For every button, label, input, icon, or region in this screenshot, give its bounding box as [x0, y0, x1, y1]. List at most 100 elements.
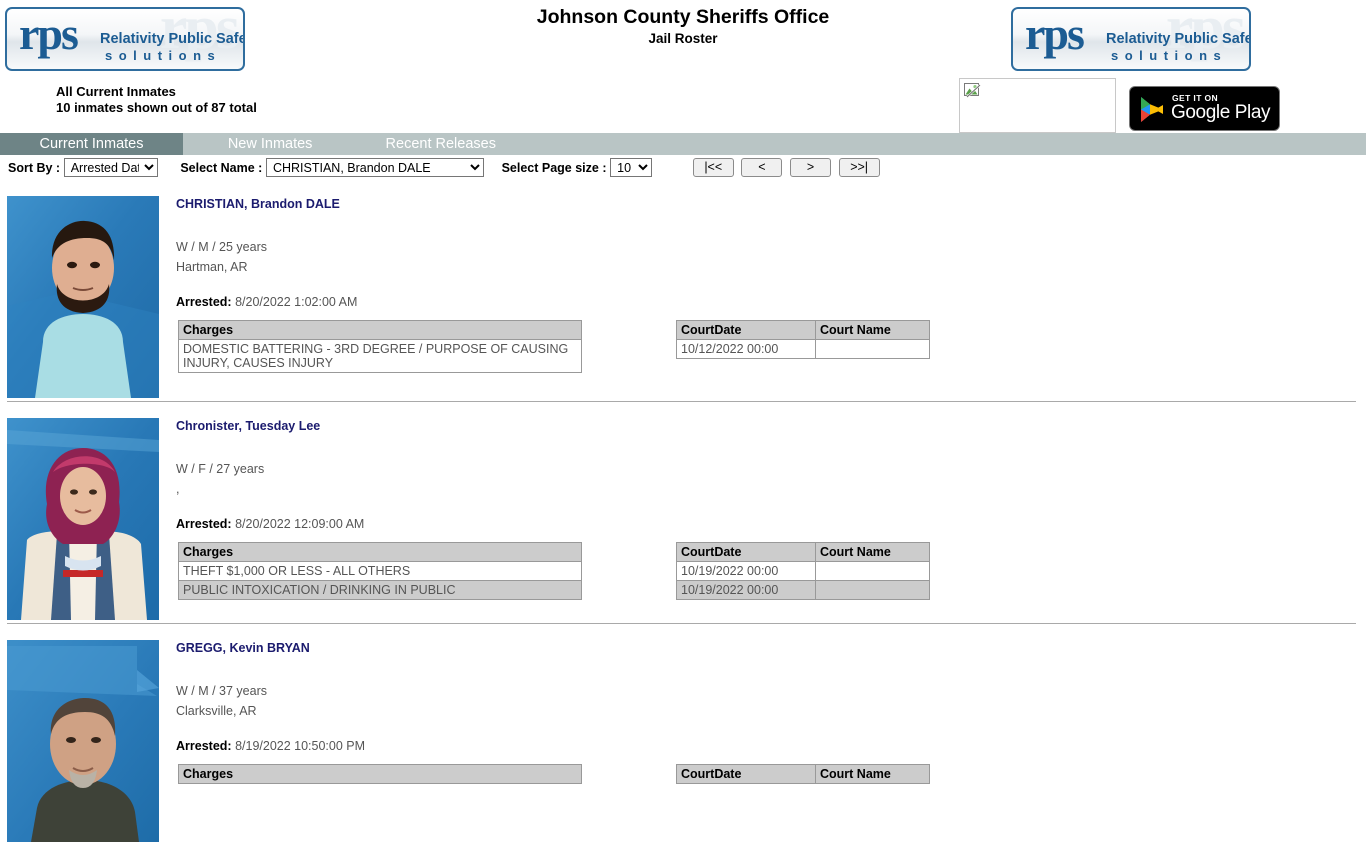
inmate-mugshot — [7, 196, 159, 398]
court-date-header: CourtDate — [676, 542, 816, 562]
charges-table: Charges DOMESTIC BATTERING - 3RD DEGREE /… — [178, 320, 582, 373]
next-page-button[interactable]: > — [790, 158, 831, 177]
roster-summary-line-1: All Current Inmates — [56, 84, 176, 99]
inmate-mugshot — [7, 640, 159, 842]
roster-summary: All Current Inmates 10 inmates shown out… — [56, 84, 257, 116]
select-name-label: Select Name : — [180, 160, 263, 175]
inmate-name-link[interactable]: Chronister, Tuesday Lee — [176, 408, 320, 433]
page-size-select[interactable]: 10 — [610, 158, 653, 177]
record-separator — [7, 401, 1356, 402]
court-name-header: Court Name — [815, 542, 930, 562]
inmate-race-sex-age: W / F / 27 years — [176, 462, 265, 476]
arrested-label: Arrested: — [176, 739, 232, 753]
tab-bar: Current Inmates New Inmates Recent Relea… — [0, 133, 1366, 155]
prev-page-button[interactable]: < — [741, 158, 783, 177]
inmate-demographics: W / F / 27 years, — [176, 459, 1366, 499]
court-date-header: CourtDate — [676, 320, 816, 340]
charges-header: Charges — [178, 320, 582, 340]
inmate-details: Chronister, Tuesday Lee W / F / 27 years,… — [176, 408, 1366, 613]
charges-header: Charges — [178, 764, 582, 784]
inmate-location: , — [176, 482, 180, 496]
inmate-arrested-line: Arrested: 8/19/2022 10:50:00 PM — [176, 739, 1366, 753]
court-name-cell — [815, 580, 930, 600]
arrested-label: Arrested: — [176, 295, 232, 309]
arrested-value: 8/20/2022 12:09:00 AM — [235, 517, 365, 531]
google-play-big-text: Google Play — [1171, 102, 1271, 123]
charge-description: THEFT $1,000 OR LESS - ALL OTHERS — [178, 561, 582, 581]
broken-image-placeholder — [959, 78, 1116, 133]
logo-tagline-2: solutions — [1111, 48, 1228, 63]
court-table: CourtDate Court Name — [676, 764, 930, 784]
court-name-header: Court Name — [815, 320, 930, 340]
sort-by-label: Sort By : — [8, 160, 61, 175]
charge-row: DOMESTIC BATTERING - 3RD DEGREE / PURPOS… — [178, 339, 582, 373]
last-page-button[interactable]: >>| — [838, 158, 880, 177]
inmate-record: GREGG, Kevin BRYAN W / M / 37 years Clarks… — [0, 630, 1366, 842]
inmate-location: Clarksville, AR — [176, 704, 257, 718]
tab-new-inmates[interactable]: New Inmates — [187, 133, 354, 155]
inmate-record: Chronister, Tuesday Lee W / F / 27 years,… — [0, 408, 1366, 620]
court-row: 10/19/2022 00:00 — [676, 561, 930, 581]
court-date-cell: 10/19/2022 00:00 — [676, 561, 816, 581]
logo-tagline-1: Relativity Public Safety — [1106, 31, 1251, 47]
inmate-tables: Charges CourtDate Court Name — [176, 764, 1366, 784]
charge-row: THEFT $1,000 OR LESS - ALL OTHERS — [178, 561, 582, 581]
court-table: CourtDate Court Name 10/19/2022 00:00 10/1… — [676, 542, 930, 600]
court-date-cell: 10/12/2022 00:00 — [676, 339, 816, 359]
inmate-location: Hartman, AR — [176, 260, 248, 274]
inmate-race-sex-age: W / M / 37 years — [176, 684, 267, 698]
court-date-cell: 10/19/2022 00:00 — [676, 580, 816, 600]
charges-header-row: Charges — [178, 542, 582, 562]
page-size-label: Select Page size : — [501, 160, 607, 175]
inmate-details: CHRISTIAN, Brandon DALE W / M / 25 years H… — [176, 186, 1366, 391]
charges-header-row: Charges — [178, 764, 582, 784]
charges-table: Charges THEFT $1,000 OR LESS - ALL OTHERS… — [178, 542, 582, 600]
court-table: CourtDate Court Name 10/12/2022 00:00 — [676, 320, 930, 359]
court-date-header: CourtDate — [676, 764, 816, 784]
google-play-icon — [1141, 97, 1163, 122]
inmate-name-link[interactable]: GREGG, Kevin BRYAN — [176, 630, 310, 655]
roster-summary-line-2: 10 inmates shown out of 87 total — [56, 100, 257, 115]
inmate-demographics: W / M / 25 years Hartman, AR — [176, 237, 1366, 277]
inmate-details: GREGG, Kevin BRYAN W / M / 37 years Clarks… — [176, 630, 1366, 835]
google-play-badge[interactable]: GET IT ON Google Play — [1129, 86, 1280, 131]
inmate-demographics: W / M / 37 years Clarksville, AR — [176, 681, 1366, 721]
court-name-cell — [815, 561, 930, 581]
charge-description: DOMESTIC BATTERING - 3RD DEGREE / PURPOS… — [178, 339, 582, 373]
court-header-row: CourtDate Court Name — [676, 320, 930, 340]
inmate-name-link[interactable]: CHRISTIAN, Brandon DALE — [176, 186, 340, 211]
record-separator — [7, 623, 1356, 624]
court-name-cell — [815, 339, 930, 359]
charge-row: PUBLIC INTOXICATION / DRINKING IN PUBLIC — [178, 580, 582, 600]
charge-description: PUBLIC INTOXICATION / DRINKING IN PUBLIC — [178, 580, 582, 600]
inmate-arrested-line: Arrested: 8/20/2022 1:02:00 AM — [176, 295, 1366, 309]
inmate-race-sex-age: W / M / 25 years — [176, 240, 267, 254]
charges-table: Charges — [178, 764, 582, 784]
arrested-label: Arrested: — [176, 517, 232, 531]
tab-current-inmates[interactable]: Current Inmates — [0, 133, 183, 155]
tab-recent-releases[interactable]: Recent Releases — [357, 133, 524, 155]
court-header-row: CourtDate Court Name — [676, 764, 930, 784]
logo-tagline-2: solutions — [105, 48, 222, 63]
court-row: 10/19/2022 00:00 — [676, 580, 930, 600]
charges-header-row: Charges — [178, 320, 582, 340]
select-name-select[interactable]: CHRISTIAN, Brandon DALE — [265, 158, 484, 177]
first-page-button[interactable]: |<< — [692, 158, 734, 177]
court-name-header: Court Name — [815, 764, 930, 784]
inmate-tables: Charges DOMESTIC BATTERING - 3RD DEGREE /… — [176, 320, 1366, 373]
roster-controls: Sort By : Arrested Date Select Name : CH… — [0, 158, 880, 180]
broken-image-icon — [964, 83, 981, 98]
inmate-mugshot — [7, 418, 159, 620]
court-row: 10/12/2022 00:00 — [676, 339, 930, 359]
sort-by-select[interactable]: Arrested Date — [63, 158, 158, 177]
arrested-value: 8/19/2022 10:50:00 PM — [235, 739, 366, 753]
logo-wordmark: rps — [1025, 8, 1085, 59]
page-header: rps rps Relativity Public Safety solutio… — [0, 0, 1366, 133]
arrested-value: 8/20/2022 1:02:00 AM — [235, 295, 358, 309]
court-header-row: CourtDate Court Name — [676, 542, 930, 562]
charges-header: Charges — [178, 542, 582, 562]
inmate-record: CHRISTIAN, Brandon DALE W / M / 25 years H… — [0, 186, 1366, 398]
inmate-arrested-line: Arrested: 8/20/2022 12:09:00 AM — [176, 517, 1366, 531]
inmate-tables: Charges THEFT $1,000 OR LESS - ALL OTHERS… — [176, 542, 1366, 600]
logo-rps-right: rps rps Relativity Public Safety solutio… — [1011, 7, 1251, 71]
